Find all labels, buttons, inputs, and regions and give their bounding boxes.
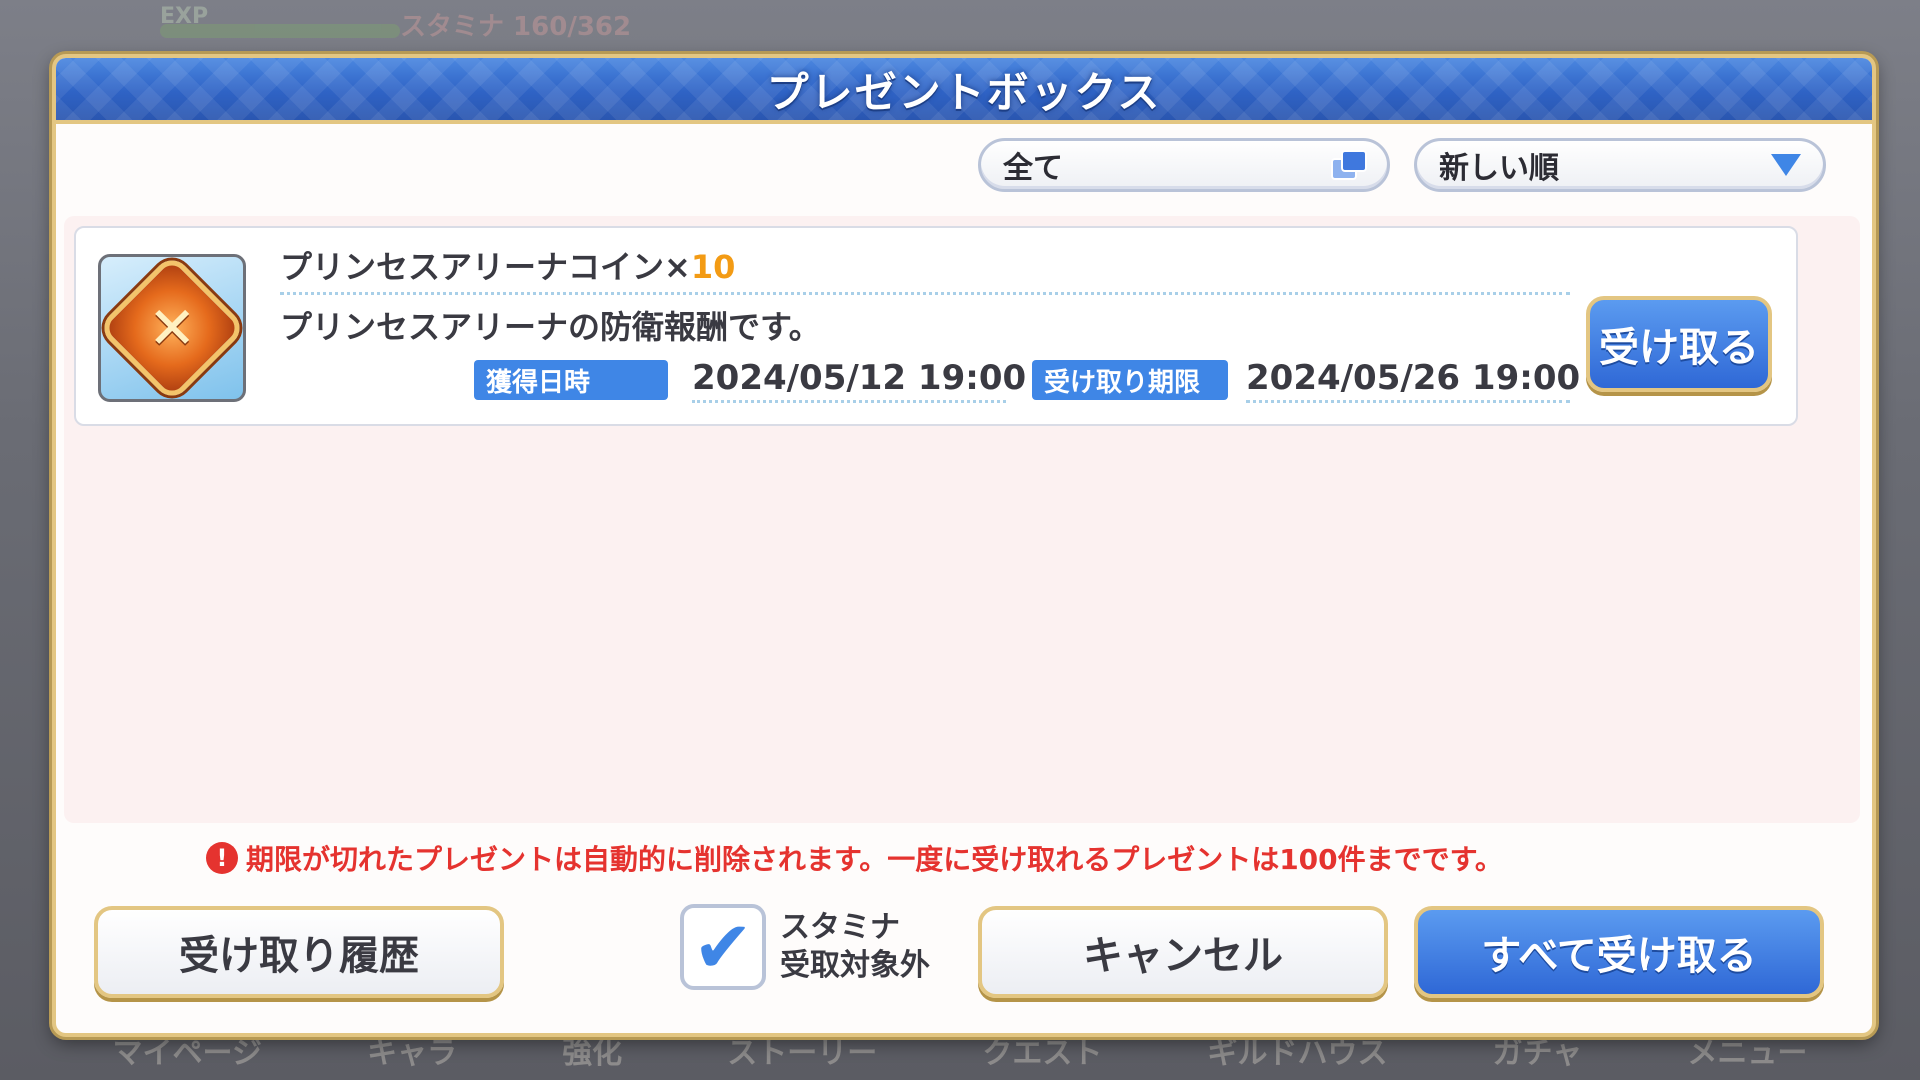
acquired-tag: 獲得日時 xyxy=(474,360,668,400)
notice-text: 期限が切れたプレゼントは自動的に削除されます。一度に受け取れるプレゼントは100… xyxy=(246,843,1503,876)
background-status-bar: EXP スタミナ 160/362 xyxy=(120,4,640,50)
present-box-dialog: プレゼントボックス 全て 新しい順 ✕ プリンセスアリーナコイン×10 プリンセ… xyxy=(52,54,1876,1037)
filter-dropdown[interactable]: 全て xyxy=(978,138,1390,192)
arena-coin-icon: ✕ xyxy=(97,253,247,403)
present-quantity: 10 xyxy=(690,248,736,286)
stamina-label-line2: 受取対象外 xyxy=(780,948,930,983)
warning-icon: ! xyxy=(206,842,238,874)
history-button[interactable]: 受け取り履歴 xyxy=(94,906,504,998)
cancel-button-label: キャンセル xyxy=(1083,933,1283,979)
receive-button[interactable]: 受け取る xyxy=(1586,296,1772,392)
filter-label: 全て xyxy=(1003,151,1063,186)
cancel-button[interactable]: キャンセル xyxy=(978,906,1388,998)
receive-all-button[interactable]: すべて受け取る xyxy=(1414,906,1824,998)
stamina-label-line1: スタミナ xyxy=(780,910,900,945)
stamina-checkbox-label: スタミナ 受取対象外 xyxy=(780,909,930,985)
divider xyxy=(692,400,1006,403)
present-list[interactable]: ✕ プリンセスアリーナコイン×10 プリンセスアリーナの防衛報酬です。 獲得日時… xyxy=(64,216,1860,823)
copy-icon xyxy=(1331,150,1367,180)
present-name: プリンセスアリーナコイン×10 xyxy=(280,242,735,288)
sort-dropdown[interactable]: 新しい順 xyxy=(1414,138,1826,192)
triangle-down-icon xyxy=(1771,154,1801,176)
dialog-title-bar: プレゼントボックス xyxy=(56,58,1872,124)
receive-button-label: 受け取る xyxy=(1599,325,1759,371)
stamina-exclude-toggle[interactable]: ✔ スタミナ 受取対象外 xyxy=(680,904,930,990)
limit-date: 2024/05/26 19:00 xyxy=(1246,358,1581,398)
expiry-notice: ! 期限が切れたプレゼントは自動的に削除されます。一度に受け取れるプレゼントは1… xyxy=(206,838,1503,878)
history-button-label: 受け取り履歴 xyxy=(179,933,419,979)
stamina-readout: スタミナ 160/362 xyxy=(400,12,632,42)
stamina-checkbox[interactable]: ✔ xyxy=(680,904,766,990)
exp-label: EXP xyxy=(160,4,209,29)
divider xyxy=(1246,400,1570,403)
divider xyxy=(280,292,1570,295)
present-item: ✕ プリンセスアリーナコイン×10 プリンセスアリーナの防衛報酬です。 獲得日時… xyxy=(74,226,1798,426)
check-icon: ✔ xyxy=(692,905,754,989)
limit-tag: 受け取り期限 xyxy=(1032,360,1228,400)
present-name-text: プリンセスアリーナコイン× xyxy=(280,248,691,286)
receive-all-button-label: すべて受け取る xyxy=(1481,933,1757,979)
dialog-title: プレゼントボックス xyxy=(766,67,1162,117)
present-description: プリンセスアリーナの防衛報酬です。 xyxy=(280,308,821,346)
sort-label: 新しい順 xyxy=(1439,151,1559,186)
acquired-date: 2024/05/12 19:00 xyxy=(692,358,1027,398)
